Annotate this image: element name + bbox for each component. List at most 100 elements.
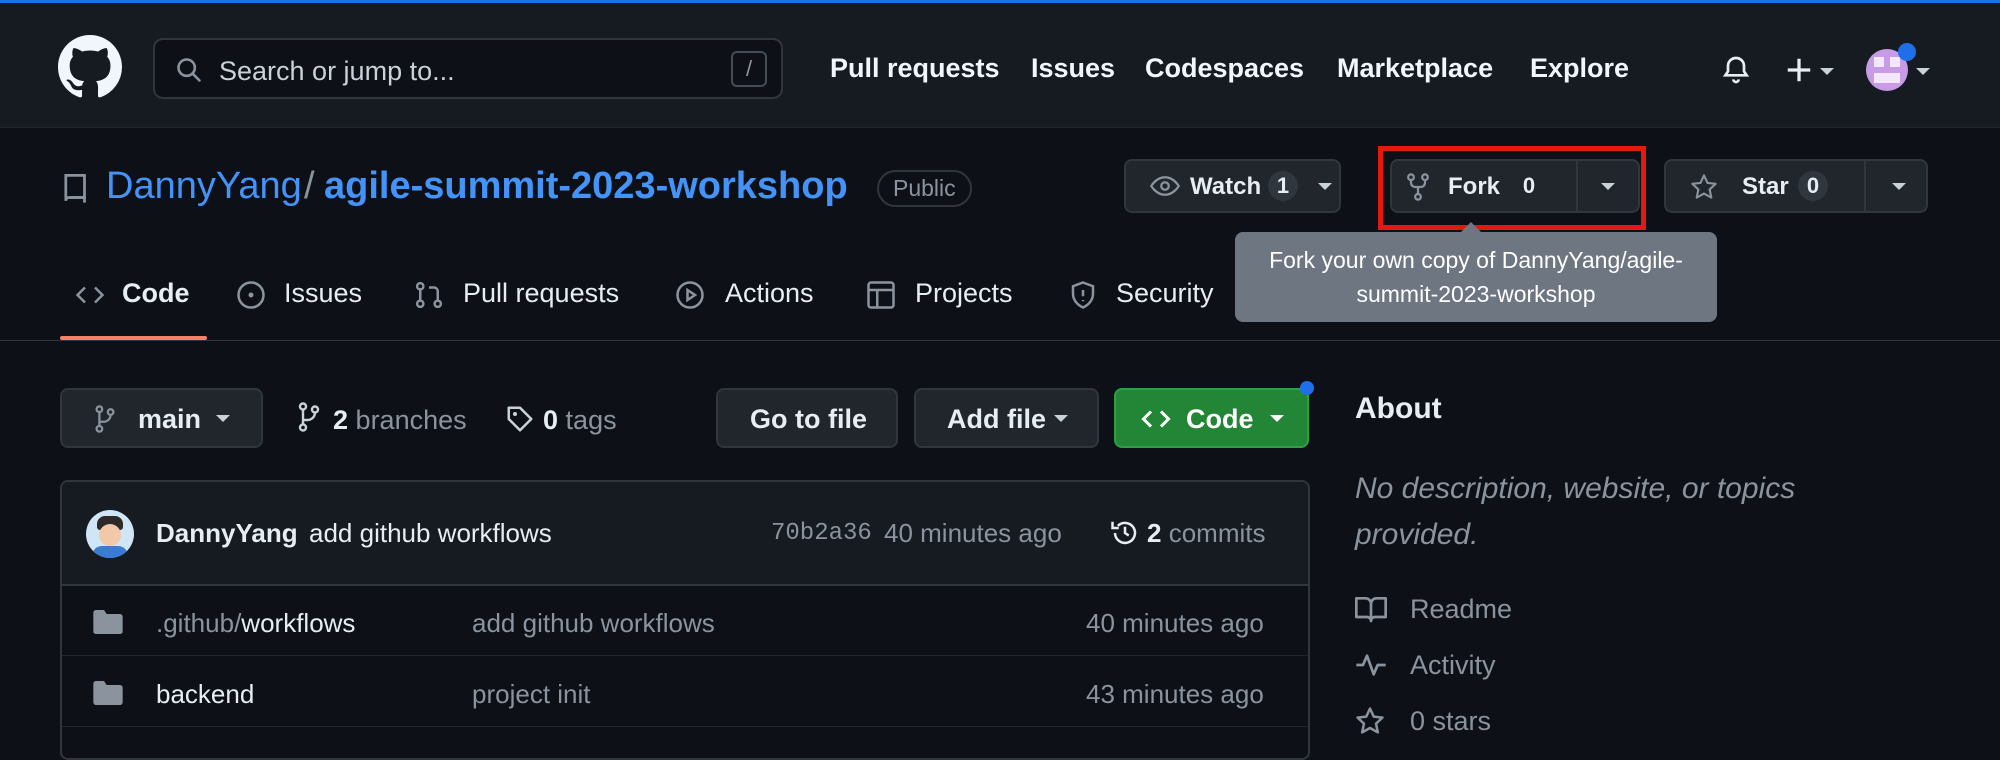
commit-author[interactable]: DannyYang (156, 518, 298, 549)
file-time: 40 minutes ago (1086, 608, 1264, 638)
active-tab-underline (60, 336, 207, 340)
about-heading: About (1355, 392, 1442, 425)
chevron-down-icon (216, 415, 230, 422)
repo-icon (64, 174, 86, 203)
go-to-file-label: Go to file (750, 404, 867, 434)
commits-link[interactable]: 2 commits (1147, 518, 1265, 549)
branches-count: 2 (333, 405, 349, 435)
table-icon (867, 281, 895, 309)
code-button[interactable]: Code (1114, 388, 1309, 448)
code-button-notification-dot (1300, 381, 1314, 395)
repo-name-link[interactable]: agile-summit-2023-workshop (324, 165, 848, 208)
branch-select-button[interactable]: main (60, 388, 263, 448)
chevron-down-icon[interactable] (1916, 68, 1930, 75)
file-commit-message[interactable]: project init (472, 679, 591, 710)
search-shortcut-key: / (731, 51, 767, 87)
visibility-badge: Public (877, 170, 972, 207)
github-logo-icon[interactable] (58, 35, 122, 99)
branch-name: main (138, 404, 202, 434)
play-icon (676, 281, 704, 309)
nav-issues[interactable]: Issues (1031, 53, 1115, 84)
button-divider (1864, 161, 1866, 211)
fork-highlight-box (1378, 146, 1646, 230)
tab-actions[interactable]: Actions (725, 278, 814, 309)
fork-tooltip: Fork your own copy of DannyYang/agile- s… (1235, 222, 1717, 322)
tags-count: 0 (543, 405, 559, 435)
tooltip-arrow (1461, 222, 1481, 232)
star-icon (1691, 174, 1717, 199)
commit-message[interactable]: add github workflows (309, 518, 552, 549)
nav-pull-requests[interactable]: Pull requests (830, 53, 1000, 84)
pulse-icon (1356, 654, 1386, 676)
global-header: Search or jump to... / Pull requests Iss… (0, 3, 2000, 128)
add-file-label: Add file (947, 404, 1046, 434)
file-name-main: backend (156, 679, 255, 709)
git-pull-request-icon (415, 281, 443, 309)
search-placeholder: Search or jump to... (219, 56, 455, 86)
code-button-label: Code (1186, 404, 1254, 434)
star-dropdown-chevron-icon[interactable] (1892, 183, 1906, 190)
watch-label: Watch (1190, 173, 1262, 200)
table-row[interactable]: .github/workflows add github workflows 4… (62, 586, 1308, 656)
star-button[interactable]: Star 0 (1664, 159, 1928, 213)
star-icon (1356, 707, 1384, 734)
watch-button[interactable]: Watch 1 (1124, 159, 1341, 213)
nav-marketplace[interactable]: Marketplace (1337, 53, 1493, 84)
file-time: 43 minutes ago (1086, 679, 1264, 709)
about-readme-link[interactable]: Readme (1410, 594, 1512, 625)
tooltip-line-2: summit-2023-workshop (1356, 281, 1596, 307)
commits-label: commits (1168, 518, 1266, 548)
about-stars-link[interactable]: 0 stars (1410, 706, 1491, 737)
commit-sha[interactable]: 70b2a36 (771, 520, 872, 547)
file-name-prefix: .github/ (156, 608, 242, 638)
file-list: DannyYang add github workflows 70b2a36 4… (60, 480, 1310, 760)
tags-link[interactable]: 0 tags (543, 405, 617, 436)
code-icon (75, 286, 105, 304)
repo-owner-link[interactable]: DannyYang (106, 165, 302, 208)
shield-icon (1071, 281, 1095, 309)
folder-icon (93, 681, 123, 705)
about-activity-link[interactable]: Activity (1410, 650, 1496, 681)
nav-codespaces[interactable]: Codespaces (1145, 53, 1304, 84)
search-icon (177, 58, 201, 82)
file-name-main: workflows (241, 608, 356, 638)
tab-code[interactable]: Code (122, 278, 190, 309)
add-file-button[interactable]: Add file (914, 388, 1099, 448)
star-count: 0 (1798, 171, 1828, 201)
star-label: Star (1742, 173, 1789, 200)
commits-count: 2 (1147, 518, 1162, 548)
nav-explore[interactable]: Explore (1530, 53, 1629, 84)
bell-icon[interactable] (1720, 53, 1752, 87)
tab-issues[interactable]: Issues (284, 278, 362, 309)
chevron-down-icon[interactable] (1318, 183, 1332, 190)
tab-pull-requests[interactable]: Pull requests (463, 278, 619, 309)
commit-author-avatar[interactable] (86, 510, 134, 558)
code-icon (1141, 410, 1171, 428)
file-commit-message[interactable]: add github workflows (472, 608, 715, 639)
git-branch-icon (298, 402, 320, 432)
git-branch-icon (95, 405, 115, 433)
tab-security[interactable]: Security (1116, 278, 1214, 309)
issue-opened-icon (237, 281, 265, 309)
plus-icon[interactable] (1784, 55, 1814, 85)
book-icon (1355, 597, 1387, 623)
chevron-down-icon[interactable] (1820, 68, 1834, 75)
chevron-down-icon (1054, 415, 1068, 422)
notification-dot (1898, 43, 1916, 61)
latest-commit-bar: DannyYang add github workflows 70b2a36 4… (62, 482, 1308, 586)
branches-label: branches (355, 405, 467, 435)
tab-projects[interactable]: Projects (915, 278, 1013, 309)
commit-time: 40 minutes ago (884, 518, 1062, 548)
repo-path-separator: / (304, 165, 315, 207)
branches-link[interactable]: 2 branches (333, 405, 467, 436)
search-input[interactable]: Search or jump to... / (153, 38, 783, 99)
file-name-link[interactable]: .github/workflows (156, 608, 355, 639)
folder-icon (93, 610, 123, 634)
tooltip-line-1: Fork your own copy of DannyYang/agile- (1269, 247, 1683, 273)
file-name-link[interactable]: backend (156, 679, 254, 710)
about-description: No description, website, or topics provi… (1355, 472, 1796, 551)
watch-count: 1 (1268, 171, 1298, 201)
table-row[interactable]: backend project init 43 minutes ago (62, 657, 1308, 727)
go-to-file-button[interactable]: Go to file (716, 388, 898, 448)
tag-icon (507, 406, 533, 432)
